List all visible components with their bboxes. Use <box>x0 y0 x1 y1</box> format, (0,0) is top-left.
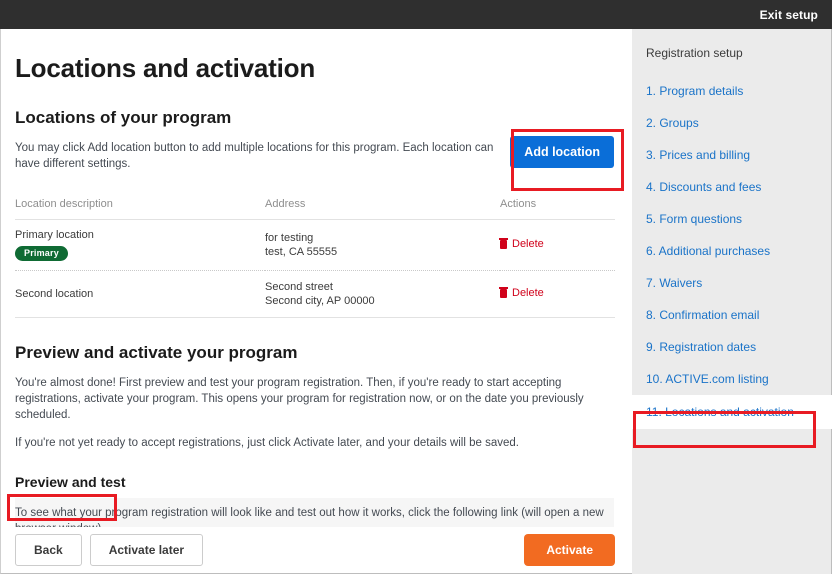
sidebar-inner: Registration setup 1. Program details 2.… <box>632 29 832 429</box>
back-button[interactable]: Back <box>15 534 82 566</box>
column-header-address: Address <box>265 198 500 220</box>
footer-left-buttons: Back Activate later <box>15 534 204 566</box>
cell-address: Second street Second city, AP 00000 <box>265 270 500 318</box>
delete-location-button[interactable]: Delete <box>499 286 544 300</box>
preview-paragraph-2: If you're not yet ready to accept regist… <box>15 437 519 449</box>
delete-label: Delete <box>512 287 544 300</box>
locations-table: Location description Address Actions Pri… <box>15 198 615 318</box>
preview-paragraph-1: You're almost done! First preview and te… <box>15 377 584 421</box>
sidebar-item-discounts-and-fees[interactable]: 4. Discounts and fees <box>646 171 831 203</box>
activate-later-button[interactable]: Activate later <box>89 534 204 566</box>
sidebar-item-form-questions[interactable]: 5. Form questions <box>646 203 831 235</box>
delete-label: Delete <box>512 238 544 251</box>
exit-setup-link[interactable]: Exit setup <box>760 8 818 22</box>
content-area: Locations and activation Locations of yo… <box>1 29 632 569</box>
delete-location-button[interactable]: Delete <box>499 237 544 251</box>
address-line-2: test, CA 55555 <box>265 246 338 258</box>
address-line-1: Second street <box>265 281 333 293</box>
location-name: Second location <box>15 288 94 300</box>
locations-intro-row: You may click Add location button to add… <box>15 128 614 172</box>
app-window: Exit setup Locations and activation Loca… <box>0 0 832 574</box>
sidebar-item-registration-dates[interactable]: 9. Registration dates <box>646 331 831 363</box>
top-bar: Exit setup <box>0 0 832 29</box>
table-row: Second location Second street Second cit… <box>15 270 615 318</box>
preview-section-heading: Preview and activate your program <box>15 343 298 362</box>
sidebar-item-locations-and-activation[interactable]: 11. Locations and activation <box>632 395 832 429</box>
activate-button[interactable]: Activate <box>524 534 615 566</box>
sidebar-item-confirmation-email[interactable]: 8. Confirmation email <box>646 299 831 331</box>
sidebar-title: Registration setup <box>646 46 743 60</box>
sidebar-item-prices-and-billing[interactable]: 3. Prices and billing <box>646 139 831 171</box>
locations-table-head: Location description Address Actions <box>15 198 615 220</box>
page-body: Locations and activation Locations of yo… <box>0 29 832 574</box>
status-badge: Primary <box>15 246 68 261</box>
address-line-2: Second city, AP 00000 <box>265 295 375 307</box>
registration-setup-sidebar: Registration setup 1. Program details 2.… <box>632 29 832 574</box>
cell-location-description: Second location <box>15 270 265 318</box>
table-row: Primary location Primary for testing tes… <box>15 219 615 271</box>
column-header-actions: Actions <box>500 198 615 220</box>
locations-description: You may click Add location button to add… <box>15 142 494 170</box>
sidebar-item-program-details[interactable]: 1. Program details <box>646 75 831 107</box>
add-location-button[interactable]: Add location <box>510 136 614 168</box>
cell-address: for testing test, CA 55555 <box>265 219 500 271</box>
top-bar-actions: Exit setup <box>760 0 818 29</box>
cell-actions: Delete <box>499 270 615 318</box>
column-header-description: Location description <box>15 198 265 220</box>
sidebar-item-waivers[interactable]: 7. Waivers <box>646 267 831 299</box>
footer-button-bar: Back Activate later Activate <box>1 527 632 573</box>
location-name: Primary location <box>15 229 94 241</box>
page-title: Locations and activation <box>15 53 316 83</box>
sidebar-item-groups[interactable]: 2. Groups <box>646 107 831 139</box>
locations-section-heading: Locations of your program <box>15 108 232 127</box>
trash-icon <box>499 237 508 249</box>
main-content-column: Locations and activation Locations of yo… <box>0 29 632 574</box>
cell-location-description: Primary location Primary <box>15 219 265 271</box>
locations-table-body: Primary location Primary for testing tes… <box>15 219 615 318</box>
sidebar-item-active-com-listing[interactable]: 10. ACTIVE.com listing <box>646 363 831 395</box>
trash-icon <box>499 286 508 298</box>
sidebar-item-additional-purchases[interactable]: 6. Additional purchases <box>646 235 831 267</box>
preview-test-heading: Preview and test <box>15 474 126 490</box>
table-header-row: Location description Address Actions <box>15 198 615 220</box>
cell-actions: Delete <box>499 219 615 271</box>
address-line-1: for testing <box>265 232 314 244</box>
